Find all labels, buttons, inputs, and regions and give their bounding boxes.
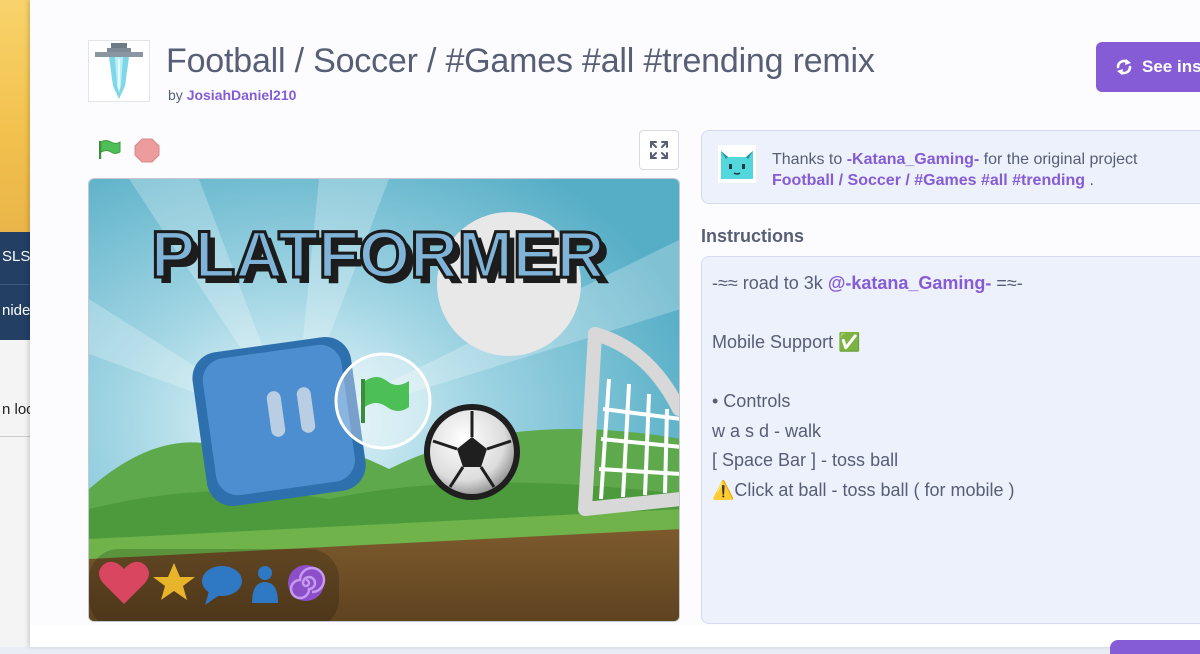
scratch-project-page: Football / Soccer / #Games #all #trendin… [30,0,1200,654]
instruction-text: Mobile Support ✅ [712,332,861,352]
remix-credit-box: Thanks to -Katana_Gaming- for the origin… [701,130,1200,204]
instruction-text: -≈≈ road to 3k [712,273,828,293]
fullscreen-button[interactable] [639,130,679,170]
background-divider [0,284,30,285]
background-label-1: SLS [2,248,30,265]
remix-credit-text: Thanks to -Katana_Gaming- for the origin… [772,149,1138,191]
instruction-text: =≈- [991,273,1023,293]
green-flag-button[interactable] [94,136,122,164]
background-label-2: nide [2,302,30,319]
game-title-logo: PLATFORMER PLATFORMER [150,216,611,298]
instruction-line: ⚠️Click at ball - toss ball ( for mobile… [712,480,1200,510]
project-content: Football / Soccer / #Games #all #trendin… [30,0,1200,654]
instruction-text: w a s d - walk [712,420,822,441]
green-flag-icon [99,140,121,159]
background-separator [0,436,30,437]
sword-icon [95,43,143,99]
instructions-heading: Instructions [701,226,805,246]
credit-middle: for the original project [983,151,1138,168]
credit-suffix: . [1089,172,1094,189]
instruction-line: Mobile Support ✅ [712,332,1200,362]
see-inside-button[interactable]: See ins [1096,42,1200,92]
instruction-text: ⚠️Click at ball - toss ball ( for mobile… [712,479,1015,500]
project-title: Football / Soccer / #Games #all #trendin… [166,42,875,80]
background-window: SLS nide n loc [0,0,30,647]
original-author-link[interactable]: -Katana_Gaming- [847,151,979,168]
game-title-text: PLATFORMER [151,217,604,291]
partial-button[interactable] [1110,640,1200,654]
soccer-ball[interactable] [424,404,520,500]
mention-link[interactable]: @-katana_Gaming- [828,273,992,293]
instruction-text: • Controls [712,391,791,411]
instruction-line: [ Space Bar ] - toss ball [712,450,1200,480]
original-project-link[interactable]: Football / Soccer / #Games #all #trendin… [772,172,1085,189]
stage-canvas: PLATFORMER PLATFORMER [89,179,679,621]
instructions-box: -≈≈ road to 3k @-katana_Gaming- =≈- Mobi… [701,256,1200,624]
green-flag-overlay[interactable] [334,352,432,450]
stop-button[interactable] [133,136,161,164]
instruction-line [712,303,1200,333]
instruction-line: • Controls [712,391,1200,421]
cat-avatar-icon[interactable] [718,145,756,183]
see-inside-label: See ins [1142,57,1200,76]
author-link[interactable]: JosiahDaniel210 [187,87,297,103]
credit-prefix: Thanks to [772,151,843,168]
fullscreen-icon [650,141,668,159]
project-stage[interactable]: PLATFORMER PLATFORMER [88,178,680,622]
instruction-text: [ Space Bar ] - toss ball [712,450,899,470]
instruction-line: w a s d - walk [712,421,1200,451]
stop-icon [134,138,160,163]
project-byline: by JosiahDaniel210 [168,87,296,103]
spiral-icon[interactable] [288,565,326,601]
by-label: by [168,87,183,103]
project-thumbnail[interactable] [88,40,150,102]
remix-icon [1116,59,1132,75]
instruction-line: -≈≈ road to 3k @-katana_Gaming- =≈- [712,273,1200,303]
background-window-banner [0,0,30,232]
background-label-3: n loc [2,401,30,418]
instruction-line [712,362,1200,392]
